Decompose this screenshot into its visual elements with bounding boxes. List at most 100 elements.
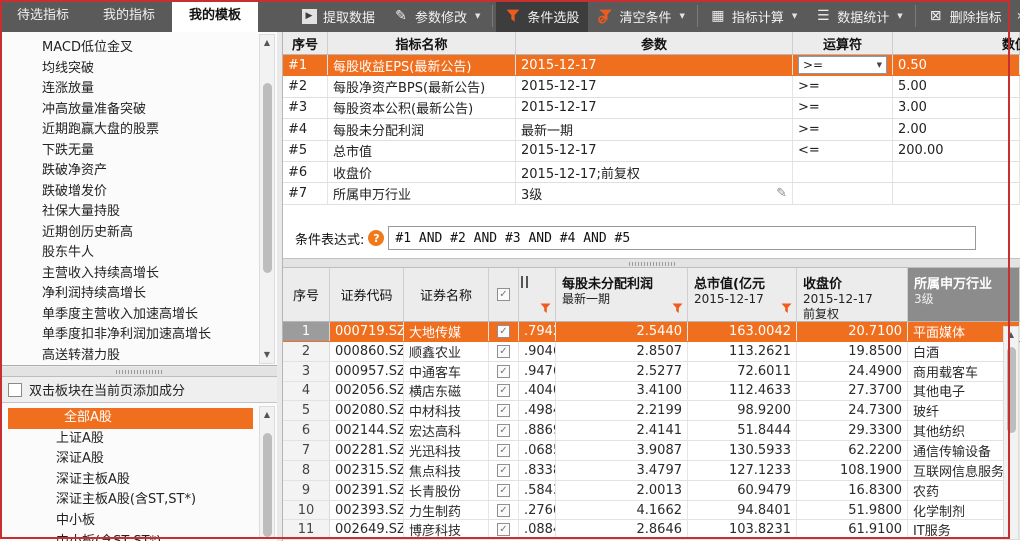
criteria-row[interactable]: #6收盘价2015-12-17;前复权 [283, 162, 1020, 183]
scrollbar-thumb[interactable] [263, 433, 272, 537]
criteria-value[interactable]: 2.00 [893, 119, 1020, 139]
board-item[interactable]: 深证主板A股 [0, 470, 277, 491]
result-row[interactable]: 4002056.SZ横店东磁✓.40403.4100112.463327.370… [283, 382, 1020, 402]
filter-funnel-icon[interactable] [540, 303, 551, 318]
criteria-row[interactable]: #4每股未分配利润最新一期>=2.00 [283, 119, 1020, 140]
chevron-down-icon[interactable]: ▼ [475, 12, 480, 20]
template-item[interactable]: 社保大量持股 [0, 202, 277, 223]
criteria-param[interactable]: 2015-12-17;前复权 [516, 162, 793, 182]
template-list-scrollbar[interactable]: ▲ ▼ [259, 34, 275, 364]
criteria-param[interactable]: 2015-12-17 [516, 141, 793, 161]
toolbar-button-指标计算[interactable]: ▦指标计算▼ [701, 0, 806, 32]
chevron-down-icon[interactable]: ▼ [792, 12, 797, 20]
board-item[interactable]: 中小板(含ST,ST*) [0, 532, 277, 541]
scrollbar-thumb[interactable] [263, 83, 272, 273]
criteria-operator[interactable]: >= [793, 119, 893, 139]
filter-funnel-icon[interactable] [672, 303, 683, 318]
template-item[interactable]: 主营收入持续高增长 [0, 264, 277, 285]
criteria-row[interactable]: #1每股收益EPS(最新公告)2015-12-17>=▼0.50 [283, 55, 1020, 76]
criteria-param[interactable]: 2015-12-17 [516, 55, 793, 75]
operator-select[interactable]: >=▼ [798, 56, 887, 74]
criteria-row[interactable]: #2每股净资产BPS(最新公告)2015-12-17>=5.00 [283, 76, 1020, 97]
template-item[interactable]: MACD低位金叉 [0, 38, 277, 59]
tab-待选指标[interactable]: 待选指标 [0, 0, 86, 32]
criteria-row[interactable]: #3每股资本公积(最新公告)2015-12-17>=3.00 [283, 98, 1020, 119]
board-item[interactable]: 中小板 [0, 511, 277, 532]
result-row[interactable]: 7002281.SZ光迅科技✓.06853.9087130.593362.220… [283, 441, 1020, 461]
scroll-up-icon[interactable]: ▲ [260, 36, 274, 50]
row-checkbox[interactable]: ✓ [497, 365, 510, 378]
splitter-handle[interactable] [629, 262, 675, 266]
chevron-down-icon[interactable]: ▼ [877, 61, 882, 69]
template-item[interactable]: 跌破增发价 [0, 182, 277, 203]
expression-input[interactable] [388, 226, 976, 250]
scroll-up-icon[interactable]: ▲ [260, 408, 274, 422]
scrollbar-thumb[interactable] [1007, 347, 1016, 433]
criteria-param[interactable]: 2015-12-17 [516, 76, 793, 96]
results-scrollbar[interactable]: ▲ [1003, 326, 1019, 540]
result-row[interactable]: 6002144.SZ宏达高科✓.88692.414151.844429.3300… [283, 421, 1020, 441]
criteria-row[interactable]: #5总市值2015-12-17<=200.00 [283, 141, 1020, 162]
tab-我的指标[interactable]: 我的指标 [86, 0, 172, 32]
criteria-value[interactable] [893, 162, 1020, 182]
toolbar-button-条件选股[interactable]: 条件选股 [496, 0, 588, 32]
toolbar-button-参数修改[interactable]: ✎参数修改▼ [384, 0, 489, 32]
row-checkbox[interactable]: ✓ [497, 504, 510, 517]
row-checkbox[interactable]: ✓ [497, 404, 510, 417]
template-item[interactable]: 单季度扣非净利润加速高增长 [0, 325, 277, 346]
criteria-operator[interactable]: <= [793, 141, 893, 161]
tab-我的模板[interactable]: 我的模板 [172, 0, 258, 32]
main-splitter[interactable] [283, 258, 1020, 268]
result-row[interactable]: 9002391.SZ长青股份✓.58432.001360.947916.8300… [283, 481, 1020, 501]
result-row[interactable]: 10002393.SZ力生制药✓.27604.166294.840151.980… [283, 501, 1020, 521]
template-item[interactable]: 高送转潜力股 [0, 346, 277, 367]
board-list-scrollbar[interactable]: ▲ [259, 406, 275, 539]
row-checkbox[interactable]: ✓ [497, 345, 510, 358]
template-item[interactable]: 下跌无量 [0, 141, 277, 162]
filter-funnel-icon[interactable] [781, 303, 792, 318]
template-item[interactable]: 近期跑赢大盘的股票 [0, 120, 277, 141]
board-item[interactable]: 上证A股 [0, 429, 277, 450]
result-row[interactable]: 1000719.SZ大地传媒✓.79422.5440163.004220.710… [283, 322, 1020, 342]
criteria-value[interactable] [893, 183, 1020, 203]
criteria-value[interactable]: 200.00 [893, 141, 1020, 161]
sidebar-splitter[interactable] [0, 367, 277, 377]
board-item[interactable]: 全部A股 [8, 408, 253, 429]
row-checkbox[interactable]: ✓ [497, 325, 510, 338]
board-item[interactable]: 深证A股 [0, 449, 277, 470]
row-checkbox[interactable]: ✓ [497, 464, 510, 477]
add-component-checkbox[interactable] [8, 383, 22, 397]
select-all-checkbox[interactable]: ✓ [497, 288, 510, 301]
row-checkbox[interactable]: ✓ [497, 444, 510, 457]
criteria-operator[interactable]: >= [793, 76, 893, 96]
template-item[interactable]: 均线突破 [0, 59, 277, 80]
result-row[interactable]: 11002649.SZ博彦科技✓.08842.8646103.823161.91… [283, 520, 1020, 540]
template-item[interactable]: 冲高放量准备突破 [0, 100, 277, 121]
help-icon[interactable]: ? [368, 230, 384, 246]
criteria-param[interactable]: 最新一期 [516, 119, 793, 139]
toolbar-button-数据统计[interactable]: ☰数据统计▼ [806, 0, 911, 32]
row-checkbox[interactable]: ✓ [497, 384, 510, 397]
criteria-param[interactable]: 3级✎ [516, 183, 793, 203]
scroll-up-icon[interactable]: ▲ [1004, 328, 1018, 342]
criteria-operator[interactable]: >= [793, 98, 893, 118]
template-item[interactable]: 近期创历史新高 [0, 223, 277, 244]
criteria-operator[interactable] [793, 162, 893, 182]
toolbar-button-提取数据[interactable]: ▶提取数据 [292, 0, 384, 32]
template-item[interactable]: 连涨放量 [0, 79, 277, 100]
splitter-handle[interactable] [116, 370, 162, 374]
result-row[interactable]: 2000860.SZ顺鑫农业✓.90462.8507113.262119.850… [283, 342, 1020, 362]
criteria-operator[interactable] [793, 183, 893, 203]
row-checkbox[interactable]: ✓ [497, 484, 510, 497]
criteria-param[interactable]: 2015-12-17 [516, 98, 793, 118]
edit-pencil-icon[interactable]: ✎ [776, 186, 787, 201]
template-item[interactable]: 股东牛人 [0, 243, 277, 264]
row-checkbox[interactable]: ✓ [497, 523, 510, 536]
criteria-row[interactable]: #7所属申万行业3级✎ [283, 183, 1020, 204]
result-row[interactable]: 3000957.SZ中通客车✓.94762.527772.601124.4900… [283, 362, 1020, 382]
toolbar-button-清空条件[interactable]: 清空条件▼ [588, 0, 693, 32]
chevron-down-icon[interactable]: ▼ [897, 12, 902, 20]
criteria-value[interactable]: 0.50 [893, 55, 1020, 75]
scroll-down-icon[interactable]: ▼ [260, 348, 274, 362]
board-item[interactable]: 深证主板A股(含ST,ST*) [0, 490, 277, 511]
